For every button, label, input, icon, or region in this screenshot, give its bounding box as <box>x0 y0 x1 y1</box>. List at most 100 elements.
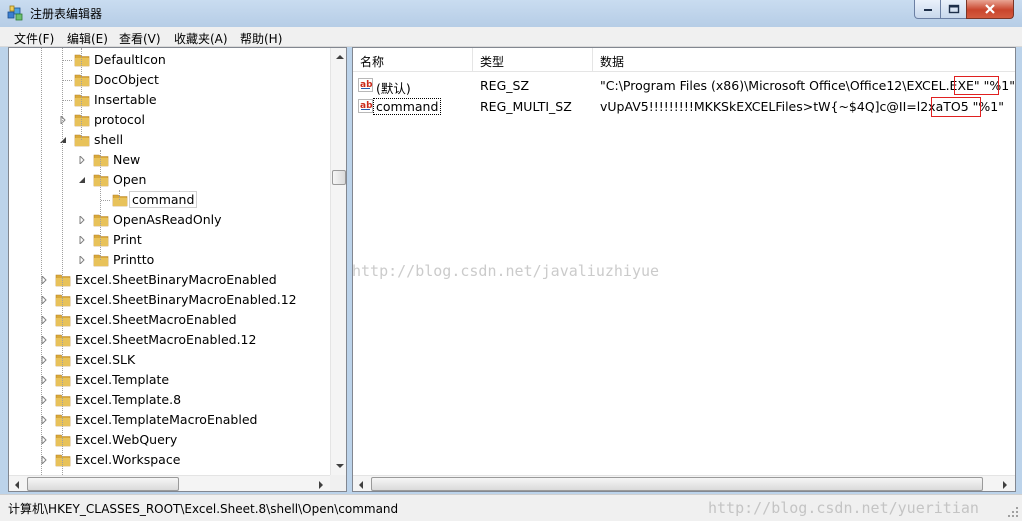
column-header-data[interactable]: 数据 <box>593 48 1015 72</box>
tree-guide-line <box>81 48 82 140</box>
list-horizontal-scroll-thumb[interactable] <box>371 477 983 491</box>
folder-icon <box>55 414 71 427</box>
tree-item-label: DefaultIcon <box>94 52 166 67</box>
tree-item-label: Excel.TemplateMacroEnabled <box>75 412 258 427</box>
tree-item[interactable]: Excel.SheetBinaryMacroEnabled <box>9 270 329 290</box>
tree-item[interactable]: command <box>9 190 329 210</box>
folder-icon <box>93 174 109 187</box>
folder-icon <box>55 294 71 307</box>
menu-favorites[interactable]: 收藏夹(A) <box>174 30 228 47</box>
tree-vertical-scrollbar[interactable] <box>330 48 346 475</box>
scroll-down-icon[interactable] <box>336 464 344 468</box>
tree-item-label: Excel.Workspace <box>75 452 181 467</box>
expand-arrow-icon[interactable] <box>78 156 86 164</box>
tree-horizontal-scroll-thumb[interactable] <box>27 477 179 491</box>
tree-item-label: Printto <box>113 252 155 267</box>
tree-item[interactable]: Excel.Template <box>9 370 329 390</box>
tree-item-label: Print <box>113 232 142 247</box>
folder-icon <box>93 234 109 247</box>
registry-tree[interactable]: DefaultIcon DocObject Insertable protocol sh… <box>8 47 347 492</box>
value-type: REG_SZ <box>480 78 530 93</box>
minimize-icon <box>923 9 932 11</box>
tree-item[interactable]: protocol <box>9 110 329 130</box>
folder-icon <box>74 114 90 127</box>
watermark: http://blog.csdn.net/yueritian <box>708 499 979 517</box>
tree-item[interactable]: OpenAsReadOnly <box>9 210 329 230</box>
folder-icon <box>55 274 71 287</box>
expand-arrow-icon[interactable] <box>78 216 86 224</box>
tree-item-label: DocObject <box>94 72 159 87</box>
tree-guide-line <box>63 60 72 61</box>
list-horizontal-scrollbar[interactable] <box>353 475 1015 491</box>
menu-bar: 文件(F) 编辑(E) 查看(V) 收藏夹(A) 帮助(H) <box>0 27 1022 47</box>
regedit-app-icon <box>7 5 23 21</box>
title-bar[interactable]: 注册表编辑器 <box>0 0 1022 27</box>
tree-horizontal-scrollbar[interactable] <box>9 475 330 491</box>
tree-item[interactable]: DefaultIcon <box>9 50 329 70</box>
tree-item[interactable]: Excel.Template.8 <box>9 390 329 410</box>
scroll-right-icon[interactable] <box>319 481 323 489</box>
tree-item[interactable]: Excel.SheetMacroEnabled <box>9 310 329 330</box>
folder-icon <box>55 394 71 407</box>
expand-arrow-icon[interactable] <box>78 236 86 244</box>
tree-guide-line <box>41 48 42 475</box>
tree-guide-line <box>101 200 110 201</box>
minimize-button[interactable] <box>914 0 941 19</box>
tree-item[interactable]: New <box>9 150 329 170</box>
menu-edit[interactable]: 编辑(E) <box>67 30 108 47</box>
tree-guide-line <box>63 80 72 81</box>
tree-item[interactable]: Open <box>9 170 329 190</box>
tree-guide-line <box>62 48 63 475</box>
tree-item[interactable]: Insertable <box>9 90 329 110</box>
tree-item-label: Excel.SheetMacroEnabled <box>75 312 237 327</box>
tree-vertical-scroll-thumb[interactable] <box>332 170 346 185</box>
column-header-type[interactable]: 类型 <box>473 48 593 72</box>
list-row[interactable]: ab command REG_MULTI_SZ vUpAV5!!!!!!!!!M… <box>353 96 1015 117</box>
tree-item[interactable]: Excel.SheetMacroEnabled.12 <box>9 330 329 350</box>
tree-guide-line <box>100 150 101 260</box>
folder-icon <box>55 374 71 387</box>
tree-item-label: shell <box>94 132 124 147</box>
expand-arrow-icon[interactable] <box>78 256 86 264</box>
close-button[interactable] <box>966 0 1014 19</box>
tree-item[interactable]: Excel.SheetBinaryMacroEnabled.12 <box>9 290 329 310</box>
scroll-left-icon[interactable] <box>359 481 363 489</box>
maximize-icon <box>948 4 959 14</box>
tree-item[interactable]: Excel.SLK <box>9 350 329 370</box>
scroll-left-icon[interactable] <box>15 481 19 489</box>
column-header-name[interactable]: 名称 <box>353 48 473 72</box>
list-row[interactable]: ab (默认) REG_SZ "C:\Program Files (x86)\M… <box>353 75 1015 96</box>
scroll-right-icon[interactable] <box>1003 481 1007 489</box>
tree-guide-line <box>119 190 120 200</box>
tree-item-label: Insertable <box>94 92 157 107</box>
menu-file[interactable]: 文件(F) <box>14 30 54 47</box>
tree-item[interactable]: Excel.WebQuery <box>9 430 329 450</box>
collapse-arrow-icon[interactable] <box>59 136 67 144</box>
tree-item-label: Excel.SheetMacroEnabled.12 <box>75 332 257 347</box>
tree-item[interactable]: Printto <box>9 250 329 270</box>
highlight-box <box>954 76 999 95</box>
resize-grip-icon[interactable] <box>1007 506 1019 518</box>
tree-item-label: New <box>113 152 141 167</box>
tree-item-label: Excel.Template.8 <box>75 392 182 407</box>
expand-arrow-icon[interactable] <box>59 116 67 124</box>
tree-item-label: protocol <box>94 112 145 127</box>
collapse-arrow-icon[interactable] <box>78 176 86 184</box>
folder-icon <box>112 194 128 207</box>
maximize-button[interactable] <box>940 0 967 19</box>
tree-item[interactable]: shell <box>9 130 329 150</box>
tree-item[interactable]: DocObject <box>9 70 329 90</box>
string-value-icon: ab <box>358 99 373 113</box>
highlight-box <box>931 97 981 117</box>
window-title: 注册表编辑器 <box>30 7 103 21</box>
folder-icon <box>55 334 71 347</box>
menu-help[interactable]: 帮助(H) <box>240 30 282 47</box>
tree-item[interactable]: Excel.Workspace <box>9 450 329 470</box>
menu-view[interactable]: 查看(V) <box>119 30 161 47</box>
tree-item[interactable]: Print <box>9 230 329 250</box>
status-path: 计算机\HKEY_CLASSES_ROOT\Excel.Sheet.8\shel… <box>8 502 399 516</box>
tree-item-label: Open <box>113 172 147 187</box>
value-type: REG_MULTI_SZ <box>480 99 572 114</box>
tree-item[interactable]: Excel.TemplateMacroEnabled <box>9 410 329 430</box>
scroll-up-icon[interactable] <box>336 55 344 59</box>
